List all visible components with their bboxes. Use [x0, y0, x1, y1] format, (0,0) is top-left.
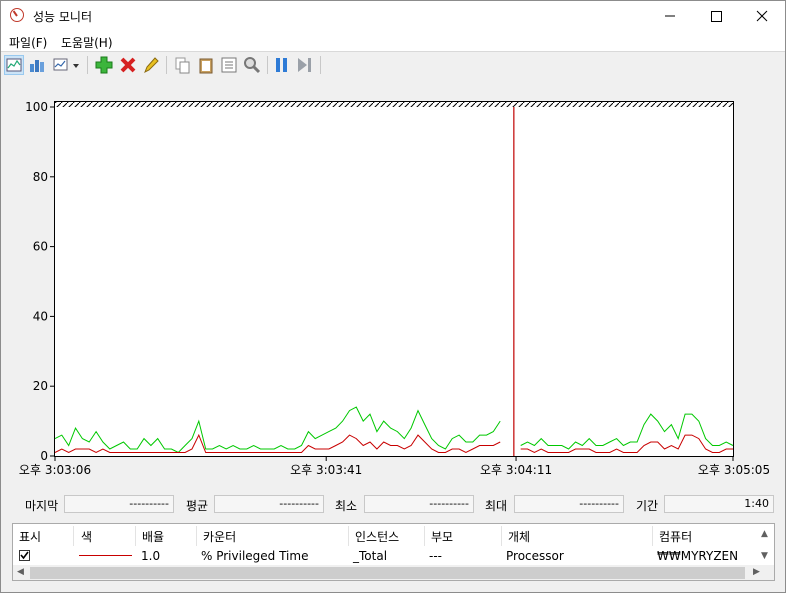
- header-color[interactable]: 색: [81, 528, 92, 545]
- y-tick-label: 20: [33, 379, 48, 393]
- header-show[interactable]: 표시: [19, 528, 41, 545]
- change-graph-type-icon[interactable]: [51, 55, 81, 75]
- scroll-down-icon[interactable]: ▼: [761, 551, 768, 561]
- average-value: ----------: [214, 495, 324, 513]
- freeze-display-icon[interactable]: [272, 55, 292, 75]
- y-tick-label: 60: [33, 240, 48, 254]
- add-counter-icon[interactable]: [94, 55, 114, 75]
- header-instance[interactable]: 인스턴스: [355, 528, 399, 545]
- header-counter[interactable]: 카운터: [203, 528, 236, 545]
- y-tick-label: 40: [33, 309, 48, 323]
- copy-properties-icon[interactable]: [173, 55, 193, 75]
- row-object: Processor: [506, 549, 564, 563]
- show-checkbox[interactable]: [19, 550, 30, 561]
- row-counter: % Privileged Time: [201, 549, 309, 563]
- view-graph-icon[interactable]: [4, 55, 24, 75]
- last-label: 마지막: [25, 499, 59, 513]
- x-tick-label: 오후 3:04:11: [480, 463, 552, 477]
- header-object[interactable]: 개체: [508, 528, 530, 545]
- minimum-value: ----------: [364, 495, 474, 513]
- maximum-label: 최대: [485, 499, 508, 513]
- performance-chart: 0 20 40 60 80 100 오후 3:03:06 오후 3:03:41 오후 3:04…: [19, 100, 770, 477]
- x-tick-label: 오후 3:03:06: [19, 463, 91, 477]
- counter-legend-table: 표시 색 배율 카운터 인스턴스 부모 개체 컴퓨터 ▲ 1.0 % Privi…: [12, 523, 775, 581]
- highlight-icon[interactable]: [141, 55, 161, 75]
- menu-file[interactable]: 파일(F): [9, 34, 47, 51]
- toolbar: [1, 51, 785, 80]
- zoom-icon[interactable]: [242, 55, 262, 75]
- view-histogram-icon[interactable]: [27, 55, 47, 75]
- paste-counter-list-icon[interactable]: [196, 55, 216, 75]
- header-computer[interactable]: 컴퓨터: [659, 528, 692, 545]
- menu-bar: 파일(F) 도움말(H): [1, 31, 785, 51]
- delete-counter-icon[interactable]: [118, 55, 138, 75]
- window-title: 성능 모니터: [33, 10, 93, 24]
- maximum-value: ----------: [514, 495, 624, 513]
- y-tick-label: 100: [25, 100, 48, 114]
- minimize-button[interactable]: [647, 1, 693, 31]
- duration-value: 1:40: [664, 495, 774, 513]
- row-instance: _Total: [353, 549, 388, 563]
- maximize-button[interactable]: [693, 1, 739, 31]
- menu-help[interactable]: 도움말(H): [61, 34, 113, 51]
- y-tick-label: 0: [40, 449, 48, 463]
- duration-label: 기간: [636, 499, 659, 513]
- update-data-icon[interactable]: [295, 55, 315, 75]
- y-tick-label: 80: [33, 170, 48, 184]
- performance-monitor-window: 성능 모니터 파일(F) 도움말(H) 0 20 40 60 80 100 오후…: [0, 0, 786, 593]
- performance-monitor-icon: [10, 8, 24, 22]
- scroll-thumb[interactable]: [30, 567, 745, 579]
- x-tick-label: 오후 3:05:05: [698, 463, 770, 477]
- properties-icon[interactable]: [219, 55, 239, 75]
- series-color-swatch: [79, 555, 132, 556]
- scroll-right-icon[interactable]: ▶: [753, 567, 760, 577]
- header-parent[interactable]: 부모: [431, 528, 453, 545]
- top-hatch: [55, 102, 733, 107]
- row-scale: 1.0: [141, 549, 161, 563]
- scroll-left-icon[interactable]: ◀: [17, 567, 24, 577]
- last-value: ----------: [64, 495, 174, 513]
- minimum-label: 최소: [335, 499, 358, 513]
- close-button[interactable]: [739, 1, 785, 31]
- plot-area: [54, 101, 734, 457]
- row-computer: ₩₩MYRYZEN: [657, 549, 739, 563]
- horizontal-scrollbar[interactable]: ◀ ▶: [13, 565, 774, 580]
- scroll-up-icon[interactable]: ▲: [761, 529, 768, 539]
- x-tick-label: 오후 3:03:41: [290, 463, 362, 477]
- row-parent: ---: [429, 549, 442, 563]
- title-bar: 성능 모니터: [1, 1, 785, 31]
- average-label: 평균: [186, 499, 209, 513]
- graph-pane: 0 20 40 60 80 100 오후 3:03:06 오후 3:03:41 오후 3:04…: [1, 79, 785, 487]
- header-scale[interactable]: 배율: [142, 528, 164, 545]
